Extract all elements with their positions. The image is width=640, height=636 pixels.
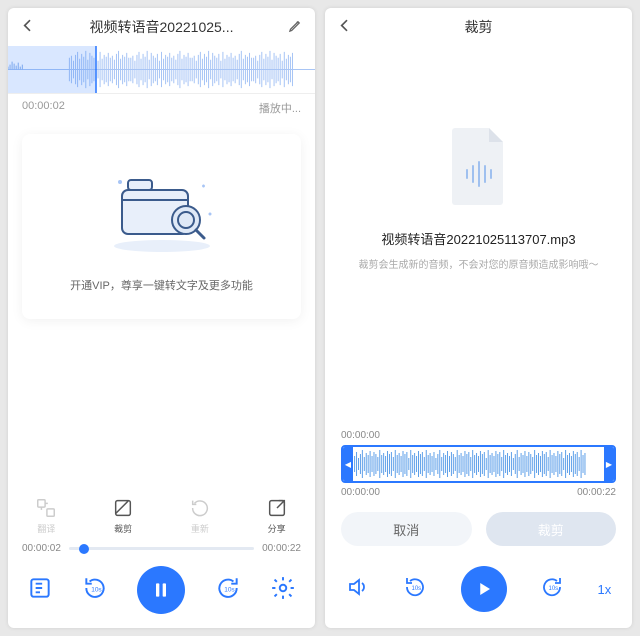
svg-text:10s: 10s: [91, 586, 102, 593]
vip-prompt-text: 开通VIP，尊享一键转文字及更多功能: [22, 277, 301, 293]
pause-button[interactable]: [137, 566, 185, 614]
file-name: 视频转语音20221025113707.mp3: [345, 229, 612, 248]
trim-handle-right[interactable]: ▶: [604, 447, 614, 481]
playback-status: 播放中...: [259, 100, 301, 116]
back-icon[interactable]: [337, 18, 353, 37]
header: 裁剪: [325, 8, 632, 46]
trim-label: 裁剪: [114, 522, 132, 535]
share-label: 分享: [268, 522, 286, 535]
translate-label: 翻译: [37, 522, 55, 535]
rerecord-button[interactable]: 重新: [189, 497, 211, 535]
confirm-label: 裁剪: [538, 520, 564, 539]
share-button[interactable]: 分享: [266, 497, 288, 535]
back-icon[interactable]: [20, 18, 36, 37]
edit-icon[interactable]: [288, 18, 303, 36]
trim-range-end: 00:00:22: [577, 487, 616, 498]
playback-speed-button[interactable]: 1x: [598, 582, 612, 597]
file-subtext: 裁剪会生成新的音频，不会对您的原音频造成影响哦～: [345, 256, 612, 271]
waveform-overview[interactable]: [8, 46, 315, 94]
translate-button[interactable]: 翻译: [35, 497, 57, 535]
progress-slider[interactable]: [69, 547, 254, 550]
page-title: 视频转语音20221025...: [90, 17, 234, 37]
time-status-row: 00:00:02 播放中...: [8, 94, 315, 120]
current-time: 00:00:02: [22, 100, 65, 116]
audio-file-icon: [345, 126, 612, 211]
forward-10s-icon[interactable]: 10s: [215, 575, 241, 606]
header: 视频转语音20221025...: [8, 8, 315, 46]
progress-position: 00:00:02: [22, 543, 61, 554]
player-controls: 10s 10s 1x: [325, 560, 632, 628]
rewind-10s-icon[interactable]: 10s: [82, 575, 108, 606]
trim-waveform[interactable]: ◀ ▶: [341, 445, 616, 483]
file-info-block: 视频转语音20221025113707.mp3 裁剪会生成新的音频，不会对您的原…: [325, 46, 632, 271]
trim-range-row: 00:00:00 00:00:22: [325, 483, 632, 508]
progress-thumb[interactable]: [79, 544, 89, 554]
rewind-10s-icon[interactable]: 10s: [403, 575, 427, 604]
page-title: 裁剪: [465, 17, 493, 37]
folder-search-illustration: [22, 164, 301, 259]
forward-10s-icon[interactable]: 10s: [540, 575, 564, 604]
trim-playhead-time: 00:00:00: [325, 430, 632, 445]
rerecord-label: 重新: [191, 522, 209, 535]
playlist-icon[interactable]: [27, 575, 53, 606]
cancel-button[interactable]: 取消: [341, 512, 472, 546]
trim-range-start: 00:00:00: [341, 487, 380, 498]
settings-icon[interactable]: [270, 575, 296, 606]
svg-text:10s: 10s: [224, 586, 235, 593]
cancel-label: 取消: [393, 520, 419, 539]
progress-row: 00:00:02 00:00:22: [8, 541, 315, 560]
play-button[interactable]: [461, 566, 507, 612]
player-controls: 10s 10s: [8, 560, 315, 628]
button-row: 取消 裁剪: [325, 508, 632, 560]
progress-duration: 00:00:22: [262, 543, 301, 554]
trim-button[interactable]: 裁剪: [112, 497, 134, 535]
audio-player-screen: 视频转语音20221025...: [8, 8, 315, 628]
svg-text:10s: 10s: [412, 586, 422, 592]
trim-handle-left[interactable]: ◀: [343, 447, 353, 481]
volume-icon[interactable]: [346, 575, 370, 604]
trim-screen: 裁剪 视频转语音20221025113707.mp3 裁剪会生成新的音频，不会对…: [325, 8, 632, 628]
confirm-trim-button[interactable]: 裁剪: [486, 512, 617, 546]
svg-text:10s: 10s: [549, 586, 559, 592]
vip-prompt-card[interactable]: 开通VIP，尊享一键转文字及更多功能: [22, 134, 301, 319]
action-row: 翻译 裁剪 重新 分享: [8, 495, 315, 541]
